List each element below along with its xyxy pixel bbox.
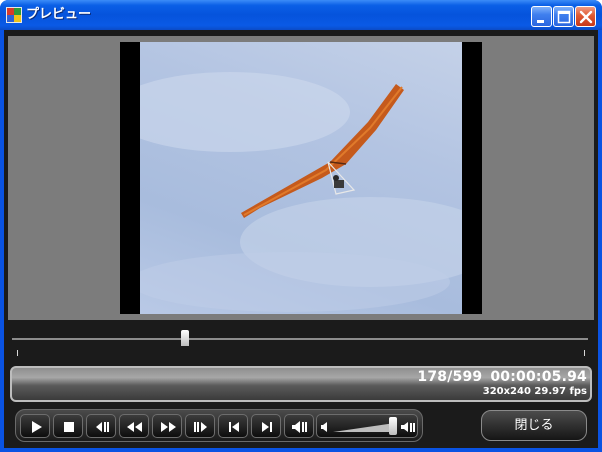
seek-end-tick — [584, 350, 585, 356]
stop-button[interactable] — [53, 414, 83, 438]
title-bar[interactable]: プレビュー — [0, 0, 602, 30]
fast-forward-icon — [161, 422, 176, 432]
status-panel: 178/599 00:00:05.94 320x240 29.97 fps — [10, 366, 592, 402]
skip-start-icon — [229, 422, 239, 432]
seek-bar[interactable] — [10, 328, 592, 358]
hang-glider-image — [110, 72, 500, 312]
video-image — [110, 42, 500, 314]
volume-slider[interactable] — [316, 414, 418, 438]
transport-controls — [15, 409, 423, 442]
minimize-button[interactable] — [531, 6, 552, 27]
frame-forward-icon — [194, 422, 207, 432]
client-area: 178/599 00:00:05.94 320x240 29.97 fps 閉じ… — [4, 30, 598, 448]
speaker-icon — [292, 421, 307, 433]
step-forward-button[interactable] — [185, 414, 215, 438]
fast-forward-button[interactable] — [152, 414, 182, 438]
video-info: 320x240 29.97 fps — [482, 386, 587, 397]
window-title: プレビュー — [26, 7, 92, 22]
volume-thumb[interactable] — [389, 417, 397, 435]
app-icon — [6, 7, 22, 23]
play-button[interactable] — [20, 414, 50, 438]
step-back-button[interactable] — [86, 414, 116, 438]
minimize-icon — [537, 20, 544, 23]
rewind-button[interactable] — [119, 414, 149, 438]
preview-area — [8, 36, 594, 320]
skip-end-icon — [262, 422, 272, 432]
play-icon — [32, 421, 42, 433]
maximize-button[interactable] — [553, 6, 574, 27]
seek-thumb[interactable] — [181, 330, 189, 346]
mute-button[interactable] — [284, 414, 314, 438]
timecode: 00:00:05.94 — [490, 369, 587, 385]
close-icon — [579, 10, 593, 24]
seek-track[interactable] — [12, 338, 588, 340]
seek-start-tick — [17, 350, 18, 356]
frame-time-readout: 178/599 00:00:05.94 — [417, 369, 587, 385]
rewind-icon — [127, 422, 142, 432]
video-frame — [110, 42, 500, 314]
preview-window: プレビュー 178/599 00:00:05.94 320x240 29.97 … — [0, 0, 602, 452]
go-to-start-button[interactable] — [218, 414, 248, 438]
go-to-end-button[interactable] — [251, 414, 281, 438]
close-window-button[interactable] — [575, 6, 596, 27]
volume-track — [321, 422, 415, 432]
frame-back-icon — [96, 422, 109, 432]
maximize-icon — [557, 10, 571, 24]
close-button[interactable]: 閉じる — [481, 410, 587, 441]
frame-counter: 178/599 — [417, 369, 483, 385]
stop-icon — [64, 422, 74, 432]
